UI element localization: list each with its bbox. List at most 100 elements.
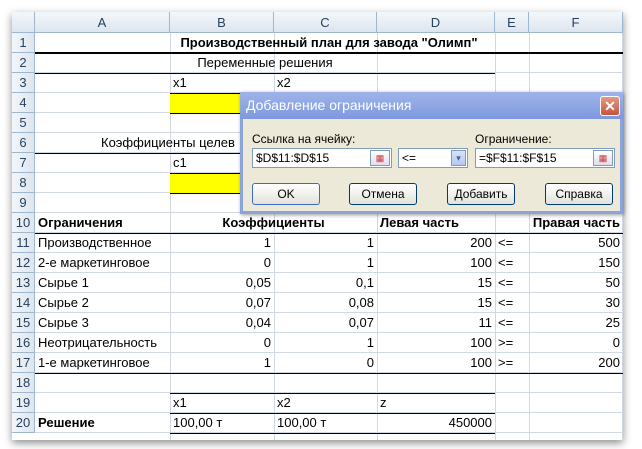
constraint-cell-f[interactable]: 150 <box>529 253 623 273</box>
cell-z-label[interactable]: z <box>377 393 390 413</box>
constraint-cell-name[interactable]: Сырье 3 <box>35 313 170 333</box>
constraint-cell-d[interactable]: 100 <box>377 333 495 353</box>
chevron-down-icon[interactable]: ▾ <box>451 150 466 166</box>
constraint-cell-c[interactable]: 1 <box>274 333 377 353</box>
row-header-19[interactable]: 19 <box>12 393 35 413</box>
constraint-cell-e[interactable]: <= <box>495 233 529 253</box>
constraint-cell-d[interactable]: 11 <box>377 313 495 333</box>
ok-button[interactable]: OK <box>252 183 320 205</box>
constraint-input[interactable]: =$F$11:$F$15 ▦ <box>475 148 615 168</box>
cell-x2-label-2[interactable]: x2 <box>274 393 294 413</box>
cell-ref-label: Ссылка на ячейку: <box>252 132 356 146</box>
solution-z[interactable]: 450000 <box>377 413 495 433</box>
row-header-10[interactable]: 10 <box>12 213 35 233</box>
right-part-header[interactable]: Правая часть <box>492 213 623 233</box>
constraint-cell-f[interactable]: 50 <box>529 273 623 293</box>
constraint-cell-e[interactable]: <= <box>495 293 529 313</box>
row-header-12[interactable]: 12 <box>12 253 35 273</box>
constraint-cell-b[interactable]: 0,05 <box>170 273 274 293</box>
row-header-4[interactable]: 4 <box>12 93 35 113</box>
cell-x2-label[interactable]: x2 <box>274 73 294 93</box>
constraint-cell-b[interactable]: 0,04 <box>170 313 274 333</box>
constraint-cell-b[interactable]: 0,07 <box>170 293 274 313</box>
row-header-20[interactable]: 20 <box>12 413 35 433</box>
left-part-header[interactable]: Левая часть <box>377 213 462 233</box>
constraint-cell-d[interactable]: 200 <box>377 233 495 253</box>
row-header-2[interactable]: 2 <box>12 53 35 73</box>
cell-x1-label[interactable]: x1 <box>170 73 190 93</box>
row-header-6[interactable]: 6 <box>12 133 35 153</box>
row-header-14[interactable]: 14 <box>12 293 35 313</box>
row-header-16[interactable]: 16 <box>12 333 35 353</box>
cell-ref-input[interactable]: $D$11:$D$15 ▦ <box>252 148 392 168</box>
column-header-a[interactable]: A <box>35 12 170 33</box>
row-header-15[interactable]: 15 <box>12 313 35 333</box>
row-header-17[interactable]: 17 <box>12 353 35 373</box>
row-header-18[interactable]: 18 <box>12 373 35 393</box>
row-header-1[interactable]: 1 <box>12 33 35 53</box>
add-button[interactable]: Добавить <box>447 183 515 205</box>
solution-label[interactable]: Решение <box>35 413 98 433</box>
sheet-title[interactable]: Производственный план для завода "Олимп" <box>35 33 623 53</box>
constraint-cell-name[interactable]: Сырье 2 <box>35 293 170 313</box>
range-select-icon[interactable]: ▦ <box>370 150 390 166</box>
column-header-b[interactable]: B <box>170 12 274 33</box>
constraint-cell-c[interactable]: 0,1 <box>274 273 377 293</box>
select-all-corner[interactable] <box>12 12 35 33</box>
constraint-cell-d[interactable]: 15 <box>377 273 495 293</box>
constraint-cell-name[interactable]: Неотрицательность <box>35 333 170 353</box>
constraint-cell-b[interactable]: 1 <box>170 353 274 373</box>
constraint-cell-c[interactable]: 1 <box>274 253 377 273</box>
constraint-cell-e[interactable]: >= <box>495 353 529 373</box>
column-header-f[interactable]: F <box>529 12 623 33</box>
constraint-cell-f[interactable]: 25 <box>529 313 623 333</box>
cell-x1-label-2[interactable]: x1 <box>170 393 190 413</box>
constraint-cell-name[interactable]: Производственное <box>35 233 170 253</box>
constraint-cell-d[interactable]: 100 <box>377 253 495 273</box>
row-header-11[interactable]: 11 <box>12 233 35 253</box>
constraint-cell-name[interactable]: 2-е маркетинговое <box>35 253 170 273</box>
constraint-cell-b[interactable]: 0 <box>170 333 274 353</box>
cell-c1-label[interactable]: c1 <box>170 153 190 173</box>
column-header-d[interactable]: D <box>377 12 495 33</box>
cancel-button[interactable]: Отмена <box>349 183 417 205</box>
row-header-3[interactable]: 3 <box>12 73 35 93</box>
range-select-icon[interactable]: ▦ <box>593 150 613 166</box>
constraint-cell-c[interactable]: 1 <box>274 233 377 253</box>
constraint-cell-f[interactable]: 200 <box>529 353 623 373</box>
constraint-cell-d[interactable]: 100 <box>377 353 495 373</box>
solution-x1[interactable]: 100,00 т <box>170 413 225 433</box>
constraint-cell-d[interactable]: 15 <box>377 293 495 313</box>
constraint-cell-c[interactable]: 0 <box>274 353 377 373</box>
constraint-cell-e[interactable]: >= <box>495 333 529 353</box>
column-header-e[interactable]: E <box>495 12 529 33</box>
column-header-c[interactable]: C <box>274 12 377 33</box>
row-header-8[interactable]: 8 <box>12 173 35 193</box>
help-button[interactable]: Справка <box>545 183 613 205</box>
row-header-13[interactable]: 13 <box>12 273 35 293</box>
constraint-cell-c[interactable]: 0,07 <box>274 313 377 333</box>
constraints-header[interactable]: Ограничения <box>35 213 126 233</box>
constraint-cell-f[interactable]: 500 <box>529 233 623 253</box>
constraint-cell-f[interactable]: 0 <box>529 333 623 353</box>
vars-header[interactable]: Переменные решения <box>35 53 495 73</box>
row-header-5[interactable]: 5 <box>12 113 35 133</box>
constraint-cell-e[interactable]: <= <box>495 313 529 333</box>
constraint-cell-b[interactable]: 0 <box>170 253 274 273</box>
coef-header[interactable]: Коэффициенты целев <box>98 133 238 153</box>
constraint-cell-name[interactable]: 1-е маркетинговое <box>35 353 170 373</box>
constraint-cell-e[interactable]: <= <box>495 253 529 273</box>
dialog-title-bar[interactable]: Добавление ограничения ✕ <box>240 92 623 119</box>
solution-x2[interactable]: 100,00 т <box>274 413 329 433</box>
constraint-cell-c[interactable]: 0,08 <box>274 293 377 313</box>
coefficients-header[interactable]: Коэффициенты <box>170 213 377 233</box>
row-header-7[interactable]: 7 <box>12 153 35 173</box>
constraint-cell-name[interactable]: Сырье 1 <box>35 273 170 293</box>
spreadsheet: A B C D E F 1 2 3 4 5 6 7 8 9 10 11 12 13 14 15 16 17 18 1… <box>12 12 623 440</box>
operator-select[interactable]: <= ▾ <box>398 148 468 168</box>
constraint-cell-e[interactable]: <= <box>495 273 529 293</box>
constraint-cell-f[interactable]: 30 <box>529 293 623 313</box>
row-header-9[interactable]: 9 <box>12 193 35 213</box>
constraint-cell-b[interactable]: 1 <box>170 233 274 253</box>
close-button[interactable]: ✕ <box>600 96 620 116</box>
